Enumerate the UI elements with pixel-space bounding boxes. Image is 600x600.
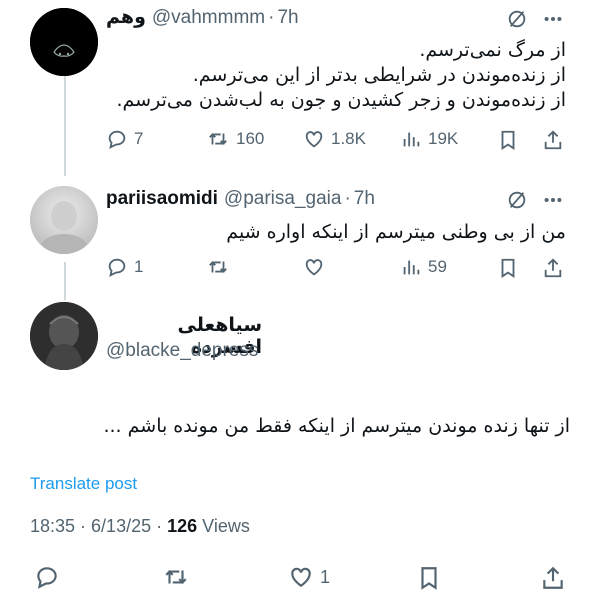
repost-icon — [209, 133, 227, 145]
share-icon[interactable] — [540, 564, 566, 597]
thread-line — [64, 262, 66, 300]
more-icon[interactable] — [541, 189, 565, 216]
views-count: 126 — [167, 516, 198, 536]
author-name[interactable]: وهم — [106, 6, 146, 29]
reply-button[interactable]: 1 — [106, 256, 143, 278]
views-count: 19K — [428, 129, 459, 148]
views-icon — [403, 260, 420, 275]
tweet-time[interactable]: 7h — [354, 188, 375, 210]
author-handle[interactable]: @parisa_gaia — [224, 188, 342, 210]
separator: · — [268, 7, 275, 28]
views-button[interactable]: 19K — [400, 128, 458, 150]
tweet-time[interactable]: 7h — [277, 7, 298, 29]
share-icon[interactable] — [542, 128, 564, 157]
author-handle[interactable]: @vahmmmm — [152, 7, 265, 29]
like-icon — [305, 259, 323, 276]
tweet-text: من از بی وطنی میترسم از اینکه اواره شیم — [106, 220, 566, 245]
avatar-image — [30, 186, 98, 254]
grok-icon[interactable] — [506, 189, 528, 216]
reply-button[interactable]: 7 — [106, 128, 143, 150]
repost-button[interactable] — [162, 564, 190, 590]
like-count: 1 — [320, 566, 331, 587]
views-icon — [403, 132, 420, 147]
tweet-line: از زنده‌موندن و زجر کشیدن و جون به لب‌شد… — [116, 89, 567, 111]
avatar[interactable] — [30, 8, 98, 76]
share-icon[interactable] — [542, 256, 564, 285]
like-button[interactable] — [303, 256, 325, 278]
tweet-meta: 18:35 · 6/13/25 · 126 Views — [30, 516, 250, 537]
author-handle[interactable]: @blacke_depress — [106, 340, 258, 362]
grok-icon[interactable] — [506, 8, 528, 35]
like-icon — [305, 131, 323, 148]
avatar-image — [30, 8, 98, 76]
repost-button[interactable] — [206, 256, 230, 278]
avatar[interactable] — [30, 302, 98, 370]
reply-count: 7 — [134, 129, 144, 148]
avatar-image — [30, 302, 98, 370]
repost-icon — [209, 261, 227, 273]
tweet-line: از زنده‌موندن در شرایطی بدتر از این می‌ت… — [192, 64, 566, 86]
translate-post-link[interactable]: Translate post — [30, 474, 137, 494]
views-button[interactable]: 59 — [400, 256, 447, 278]
tweet-text: از مرگ نمی‌ترسم. از زنده‌موندن در شرایطی… — [106, 38, 567, 113]
reply-icon — [37, 567, 57, 589]
like-icon — [291, 567, 311, 587]
tweet-header: وهم @vahmmmm · 7h — [106, 6, 299, 29]
separator: · — [344, 188, 351, 209]
like-count: 1.8K — [331, 129, 366, 148]
bookmark-icon[interactable] — [497, 128, 519, 157]
tweet-line: من از بی وطنی میترسم از اینکه اواره شیم — [226, 221, 566, 243]
tweet-line: از مرگ نمی‌ترسم. — [419, 39, 566, 61]
bookmark-icon[interactable] — [497, 256, 519, 285]
timestamp[interactable]: 18:35 · 6/13/25 · — [30, 516, 167, 537]
author-name[interactable]: pariisaomidi — [106, 188, 218, 210]
tweet-text: از تنها زنده موندن میترسم از اینکه فقط م… — [103, 415, 570, 437]
repost-button[interactable]: 160 — [206, 128, 264, 150]
reply-icon — [108, 130, 126, 149]
thread-line — [64, 76, 66, 176]
views-count: 59 — [428, 257, 447, 276]
reply-icon — [108, 258, 126, 277]
tweet-header: pariisaomidi @parisa_gaia · 7h — [106, 188, 375, 210]
like-button[interactable]: 1.8K — [303, 128, 366, 150]
more-icon[interactable] — [541, 8, 565, 35]
avatar[interactable] — [30, 186, 98, 254]
like-button[interactable]: 1 — [288, 564, 330, 590]
views-label: Views — [197, 516, 250, 536]
bookmark-icon[interactable] — [416, 564, 442, 597]
repost-icon — [165, 570, 187, 584]
reply-count: 1 — [134, 257, 144, 276]
repost-count: 160 — [236, 129, 265, 148]
reply-button[interactable] — [34, 564, 60, 590]
